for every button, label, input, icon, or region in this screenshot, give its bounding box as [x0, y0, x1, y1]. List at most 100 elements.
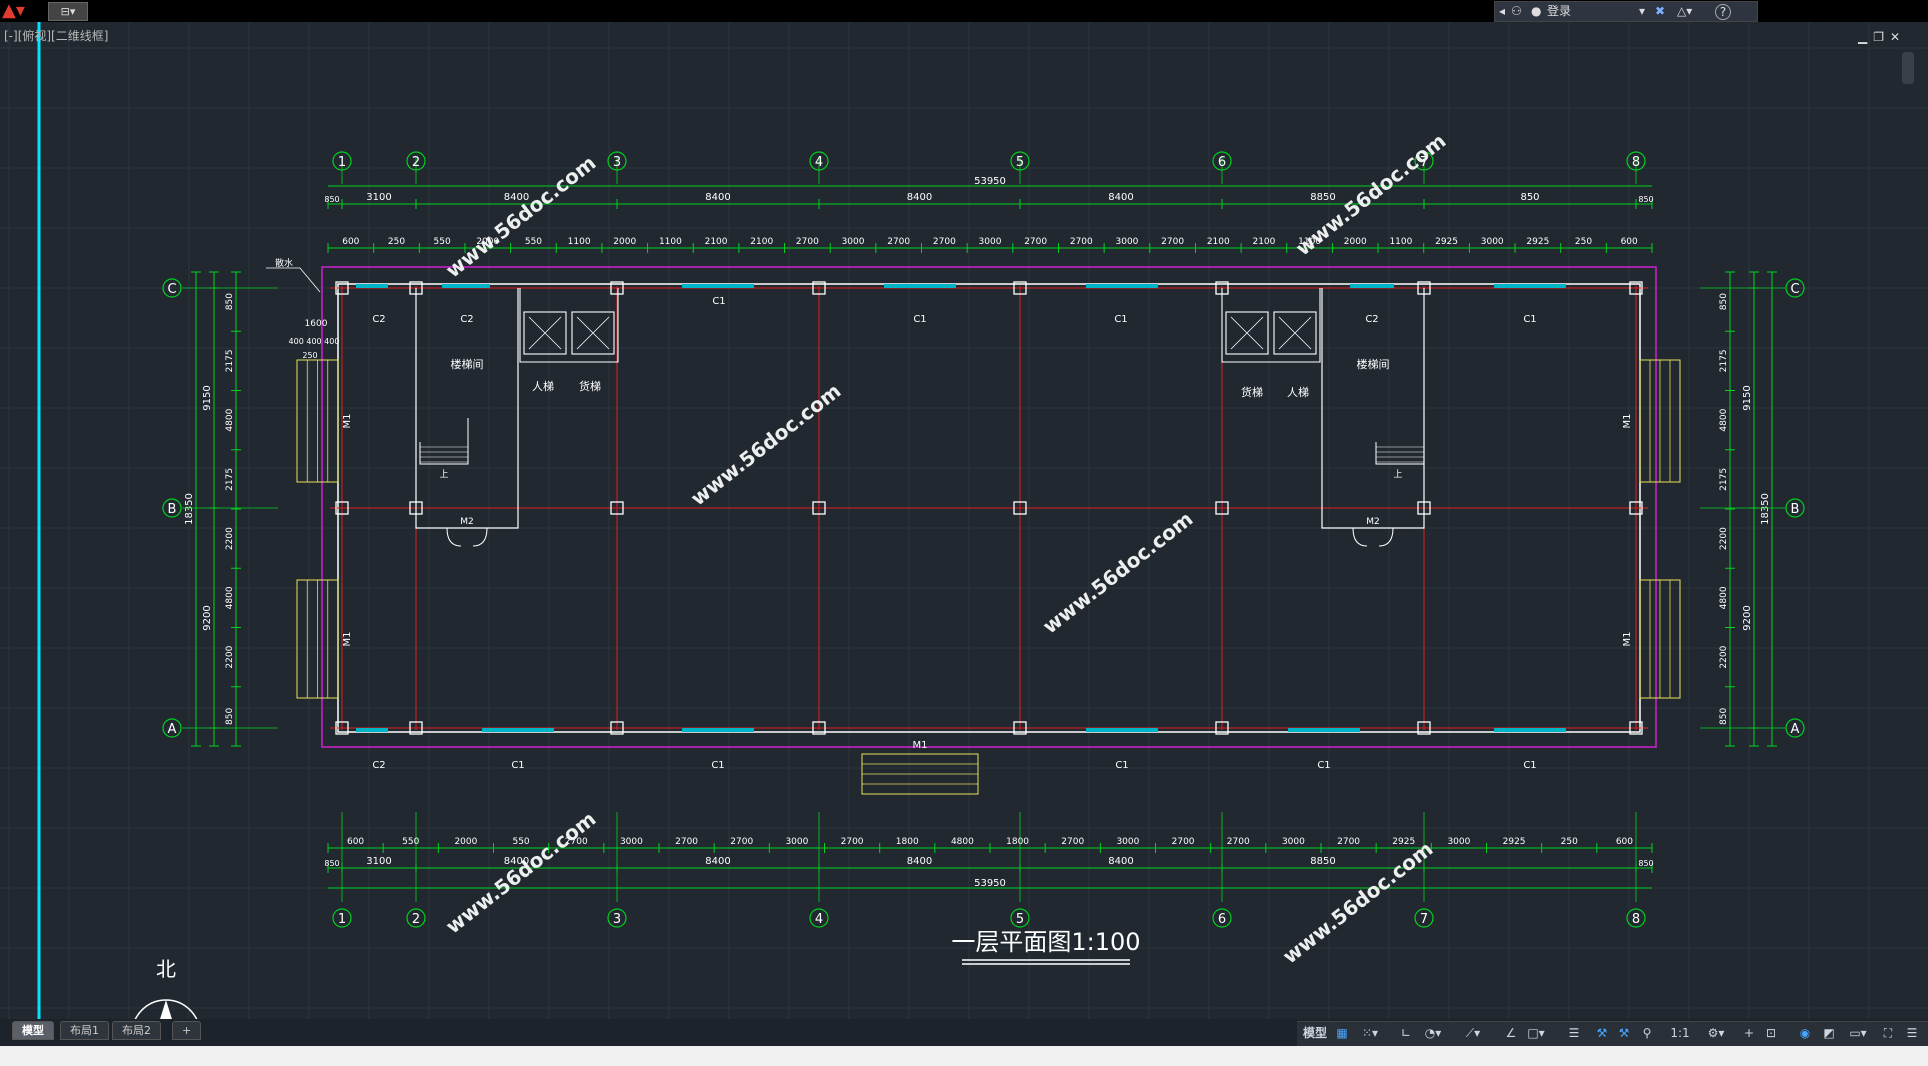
layout-tab[interactable]: 布局1 [60, 1021, 109, 1040]
window [682, 284, 754, 288]
osnap-icon[interactable]: ∠ [1503, 1024, 1519, 1042]
dropdown-icon[interactable]: ▾ [1639, 2, 1645, 21]
arrow-left-icon[interactable]: ◂ [1499, 2, 1505, 21]
dimension-text: 550 [402, 837, 419, 847]
restore-icon[interactable]: ❐ [1873, 30, 1890, 44]
viewcube-scroll[interactable] [1902, 52, 1914, 84]
dimension-text: 600 [1621, 237, 1638, 247]
room-label: 人梯 [532, 380, 554, 393]
room-label: 楼梯间 [1357, 357, 1390, 371]
window-label: C2 [460, 314, 473, 325]
grid-bubble-label: B [168, 502, 177, 517]
fullscreen-icon[interactable]: ⛶ [1878, 1024, 1898, 1042]
gear-icon[interactable]: ⚙▾ [1702, 1024, 1730, 1042]
dimension-text: 53950 [974, 878, 1006, 889]
model-space-button[interactable]: 模型 [1300, 1024, 1330, 1042]
window-label: C1 [712, 296, 725, 307]
plus-icon[interactable]: + [1740, 1024, 1758, 1042]
dimension-text: 3000 [1481, 237, 1504, 247]
snap-dots-icon[interactable]: ⁙▾ [1356, 1024, 1384, 1042]
hardware-accel-icon[interactable]: ◉ [1796, 1024, 1814, 1042]
add-layout-tab[interactable]: + [172, 1021, 202, 1040]
dimension-text: 3000 [1116, 237, 1139, 247]
window [682, 728, 754, 732]
north-label: 北 [156, 957, 176, 981]
close-icon[interactable]: ✕ [1890, 30, 1906, 44]
units-icon[interactable]: ⊡ [1762, 1024, 1780, 1042]
lineweight-icon[interactable]: ☰ [1565, 1024, 1583, 1042]
autoscale-icon[interactable]: ⚲ [1638, 1024, 1656, 1042]
door-label: M2 [1366, 517, 1380, 527]
grid-bubble-label: 4 [815, 155, 823, 170]
dimension-text: 1100 [568, 237, 591, 247]
quick-access-toolbar[interactable]: ⊟▾ [48, 2, 88, 21]
floor-plan: C2 C2C1C1 C1 C2 C1C2 C1 C1 C1 C1 C1M1M1M1M1M1楼梯间上… [133, 129, 1805, 1022]
dimension-text: 8400 [907, 856, 932, 867]
triangle-a-icon[interactable]: △▾ [1677, 2, 1692, 21]
room-label: 楼梯间 [451, 357, 484, 371]
layout-tab[interactable]: 布局2 [112, 1021, 161, 1040]
signin-bar[interactable]: ◂ ⚇ ● 登录 ▾ ✖ △▾ ? [1494, 1, 1758, 22]
signin-label[interactable]: 登录 [1547, 2, 1571, 21]
window-label: C1 [711, 760, 724, 771]
window-label: C1 [1115, 760, 1128, 771]
binoculars-icon[interactable]: ⚇ [1511, 2, 1522, 21]
dimension-text: 850 [1520, 192, 1539, 203]
dimension-text: 2700 [796, 237, 819, 247]
polar-icon[interactable]: ◔▾ [1420, 1024, 1446, 1042]
window-label: C1 [1523, 314, 1536, 325]
dimension-text: 2700 [675, 837, 698, 847]
window-controls[interactable]: ▁❐✕ [1858, 30, 1918, 44]
grid-bubble-label: 1 [338, 155, 346, 170]
dimension-text: 2175 [225, 349, 235, 372]
dimension-text: 550 [525, 237, 542, 247]
dimension-text: 850 [225, 293, 235, 310]
dimension-text: 2000 [454, 837, 477, 847]
grid-bubble-label: 3 [613, 912, 621, 927]
dimension-text: 850 [324, 859, 339, 868]
isolate-icon[interactable]: ◩ [1820, 1024, 1838, 1042]
transparency-icon[interactable]: □▾ [1522, 1024, 1550, 1042]
clean-screen-icon[interactable]: ▭▾ [1848, 1024, 1868, 1042]
scale-dropdown[interactable]: 1:1 [1662, 1024, 1698, 1042]
exchange-x-icon[interactable]: ✖ [1655, 2, 1665, 21]
minimize-icon[interactable]: ▁ [1858, 30, 1873, 44]
help-icon[interactable]: ? [1715, 4, 1731, 20]
dimension-text: 2000 [613, 237, 636, 247]
dimension-text: 1100 [1389, 237, 1412, 247]
user-icon: ● [1531, 4, 1542, 18]
window [1494, 728, 1566, 732]
annotation-visibility-icon[interactable]: ⚒ [1615, 1024, 1633, 1042]
grid-bubble-label: C [1790, 282, 1799, 297]
autocad-a-icon[interactable]: ▲▾ [2, 1, 42, 21]
annotation-scale-icon[interactable]: ⚒ [1593, 1024, 1611, 1042]
watermark-text: www.56doc.com [441, 807, 600, 939]
dimension-text: 2100 [705, 237, 728, 247]
dimension-text: 850 [1719, 708, 1729, 725]
dimension-text: 2700 [1172, 837, 1195, 847]
door-label: M1 [1622, 414, 1633, 429]
drawing-canvas[interactable]: C2 C2C1C1 C1 C2 C1C2 C1 C1 C1 C1 C1M1M1M1M1M1楼梯间上… [0, 22, 1928, 1022]
command-line-strip [0, 1046, 1928, 1066]
dimension-text: 9150 [202, 385, 213, 410]
door-label: M1 [1622, 632, 1633, 647]
dimension-text: 550 [512, 837, 529, 847]
ortho-icon[interactable]: ∟ [1398, 1024, 1414, 1042]
dimension-text: 2925 [1503, 837, 1526, 847]
dimension-text: 4800 [225, 586, 235, 609]
dimension-text: 3100 [366, 192, 391, 203]
hamburger-icon[interactable]: ☰ [1902, 1024, 1922, 1042]
isometric-icon[interactable]: ⟋▾ [1460, 1024, 1486, 1042]
door-swing [1352, 527, 1394, 547]
dimension-text: 850 [324, 195, 339, 204]
viewport-controls-label[interactable]: [-][俯视][二维线框] [4, 27, 108, 44]
window [1494, 284, 1566, 288]
dimension-text: 8400 [1108, 856, 1133, 867]
grid-icon[interactable]: ▦ [1333, 1024, 1351, 1042]
grid-bubble-label: 8 [1632, 912, 1640, 927]
dimension-text: 3000 [1282, 837, 1305, 847]
window [482, 728, 554, 732]
layout-tab[interactable]: 模型 [12, 1021, 54, 1040]
dimension-text: 3100 [366, 856, 391, 867]
dimension-text: 4800 [1719, 586, 1729, 609]
